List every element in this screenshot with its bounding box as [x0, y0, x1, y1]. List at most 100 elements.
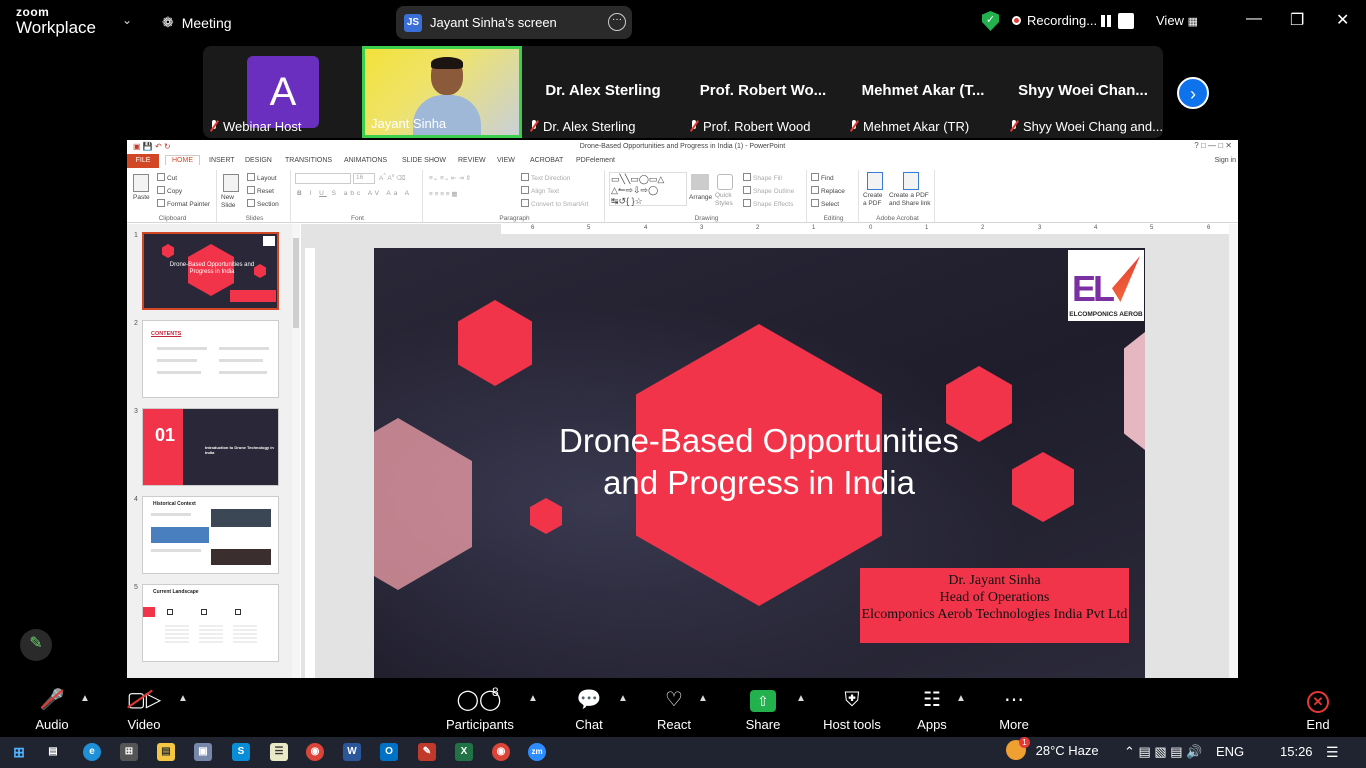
meeting-menu[interactable]: ❁ Meeting	[162, 14, 232, 31]
minimize-button[interactable]: —	[1246, 10, 1262, 28]
skype-icon[interactable]: S	[232, 743, 250, 761]
end-button[interactable]: ✕ End	[1300, 687, 1336, 732]
pause-recording-button[interactable]	[1098, 13, 1114, 29]
view-menu[interactable]: View ▦	[1156, 13, 1198, 28]
language-indicator[interactable]: ENG	[1216, 744, 1244, 759]
align-text-button[interactable]: Align Text	[521, 186, 559, 195]
screen-share-pill[interactable]: JS Jayant Sinha's screen ···	[396, 6, 632, 39]
text-direction-button[interactable]: Text Direction	[521, 173, 570, 182]
slide-thumbnail[interactable]: Historical Context	[142, 496, 279, 574]
video-options-caret[interactable]: ▲	[178, 693, 188, 704]
react-button[interactable]: ♡ React	[654, 687, 694, 732]
tab-home[interactable]: HOME	[165, 155, 200, 165]
shape-outline-button[interactable]: Shape Outline	[743, 186, 794, 195]
quick-styles-icon[interactable]	[717, 174, 733, 190]
more-options-icon[interactable]: ···	[608, 13, 626, 31]
font-style-buttons[interactable]: B I U S abc AV Aa A	[297, 190, 412, 197]
chevron-down-icon[interactable]: ⌄	[122, 13, 132, 27]
paint-icon[interactable]: ✎	[418, 743, 436, 761]
new-slide-button[interactable]: New Slide	[221, 194, 245, 210]
layout-button[interactable]: Layout	[247, 173, 277, 182]
paste-icon[interactable]	[133, 174, 149, 192]
new-slide-icon[interactable]	[223, 174, 239, 192]
slide-thumbnail[interactable]: 01 Introduction to Drone Technology in I…	[142, 408, 279, 486]
participant-tile[interactable]: Mehmet Akar (T... Mehmet Akar (TR)	[843, 46, 1003, 138]
copy-button[interactable]: Copy	[157, 186, 182, 195]
tab-design[interactable]: DESIGN	[245, 157, 272, 164]
photos-icon[interactable]: ▣	[194, 743, 212, 761]
audio-button[interactable]: 🎤 Audio	[30, 687, 74, 732]
react-options-caret[interactable]: ▲	[698, 693, 708, 704]
calculator-icon[interactable]: ⊞	[120, 743, 138, 761]
tab-animations[interactable]: ANIMATIONS	[344, 157, 387, 164]
slide-scrollbar[interactable]	[1229, 224, 1238, 678]
list-buttons[interactable]: ≡⌄ ≡⌄ ⇤ ⇥ ⇕	[429, 174, 471, 182]
tab-view[interactable]: VIEW	[497, 157, 515, 164]
participants-button[interactable]: ◯◯ 8 Participants	[446, 685, 514, 732]
tab-transitions[interactable]: TRANSITIONS	[285, 157, 332, 164]
share-pdf-icon[interactable]	[903, 172, 919, 190]
notepad-icon[interactable]: ☰	[270, 743, 288, 761]
excel-icon[interactable]: X	[455, 743, 473, 761]
video-button[interactable]: ▢▷ Video	[122, 687, 166, 732]
tab-review[interactable]: REVIEW	[458, 157, 486, 164]
tab-pdfelement[interactable]: PDFelement	[576, 157, 615, 164]
chat-options-caret[interactable]: ▲	[618, 693, 628, 704]
zoom-app-icon[interactable]: zm	[528, 743, 546, 761]
weather-widget[interactable]: 1 28°C Haze	[1006, 737, 1099, 760]
host-tools-button[interactable]: ⛨ Host tools	[822, 687, 882, 732]
create-pdf-button[interactable]: Create a PDF	[863, 192, 887, 208]
thumbnail-scrollbar[interactable]	[292, 224, 300, 678]
chrome-profile-icon[interactable]: ◉	[492, 743, 510, 761]
replace-button[interactable]: Replace	[811, 186, 845, 195]
participant-tile[interactable]: Dr. Alex Sterling Dr. Alex Sterling	[523, 46, 683, 138]
participant-tile-video[interactable]: Jayant Sinha	[362, 46, 522, 138]
tab-slide-show[interactable]: SLIDE SHOW	[402, 157, 446, 164]
stop-recording-button[interactable]	[1118, 13, 1134, 29]
word-icon[interactable]: W	[343, 743, 361, 761]
slide-thumbnail[interactable]: Drone-Based Opportunities and Progress i…	[142, 232, 279, 310]
slide-thumbnail[interactable]: CONTENTS	[142, 320, 279, 398]
participant-tile[interactable]: Shyy Woei Chan... Shyy Woei Chang and...	[1003, 46, 1163, 138]
shape-effects-button[interactable]: Shape Effects	[743, 199, 793, 208]
outlook-icon[interactable]: O	[380, 743, 398, 761]
current-slide[interactable]: Drone-Based Opportunities and Progress i…	[374, 248, 1145, 678]
sign-in-link[interactable]: Sign in	[1215, 157, 1236, 164]
font-grow-shrink-buttons[interactable]: A^ Av ⌫	[379, 173, 405, 182]
apps-options-caret[interactable]: ▲	[956, 693, 966, 704]
arrange-icon[interactable]	[691, 174, 709, 190]
more-button[interactable]: ⋯ More	[994, 687, 1034, 732]
paste-button[interactable]: Paste	[133, 194, 150, 201]
share-button[interactable]: ⇧ Share	[742, 687, 784, 732]
ppt-window-controls[interactable]: ? □ — □ ✕	[1194, 141, 1232, 150]
next-page-chevron-icon[interactable]: ›	[1177, 77, 1209, 109]
restore-button[interactable]: ❐	[1290, 10, 1304, 30]
windows-start-icon[interactable]: ⊞	[10, 743, 28, 761]
share-options-caret[interactable]: ▲	[796, 693, 806, 704]
font-size-field[interactable]: 16	[353, 173, 375, 184]
create-share-pdf-button[interactable]: Create a PDF and Share link	[889, 192, 933, 208]
quick-styles-button[interactable]: Quick Styles	[715, 192, 739, 208]
format-painter-button[interactable]: Format Painter	[157, 199, 210, 208]
file-explorer-icon[interactable]: ▤	[157, 743, 175, 761]
edge-icon[interactable]: e	[83, 743, 101, 761]
find-button[interactable]: Find	[811, 173, 834, 182]
apps-button[interactable]: ☷ Apps	[912, 687, 952, 732]
shapes-gallery[interactable]: ▭╲╲▭◯▭△ △↼⇨⇩⇨◯ ↹↺{ }☆	[609, 172, 687, 206]
tab-acrobat[interactable]: ACROBAT	[530, 157, 563, 164]
reset-button[interactable]: Reset	[247, 186, 274, 195]
select-button[interactable]: Select	[811, 199, 839, 208]
tab-insert[interactable]: INSERT	[209, 157, 235, 164]
cut-button[interactable]: Cut	[157, 173, 177, 182]
tab-file[interactable]: FILE	[127, 154, 159, 168]
create-pdf-icon[interactable]	[867, 172, 883, 190]
align-buttons[interactable]: ≡ ≡ ≡ ≡ ▦	[429, 190, 458, 198]
close-window-button[interactable]: ✕	[1336, 10, 1349, 30]
tray-icons[interactable]: ⌃ ▤ ▧ ▤ 🔊	[1124, 744, 1202, 760]
audio-options-caret[interactable]: ▲	[80, 693, 90, 704]
section-button[interactable]: Section	[247, 199, 279, 208]
security-shield-icon[interactable]: ✓	[982, 11, 999, 31]
slide-thumbnail[interactable]: Current Landscape	[142, 584, 279, 662]
chrome-icon[interactable]: ◉	[306, 743, 324, 761]
task-view-icon[interactable]: ▤	[44, 743, 62, 761]
